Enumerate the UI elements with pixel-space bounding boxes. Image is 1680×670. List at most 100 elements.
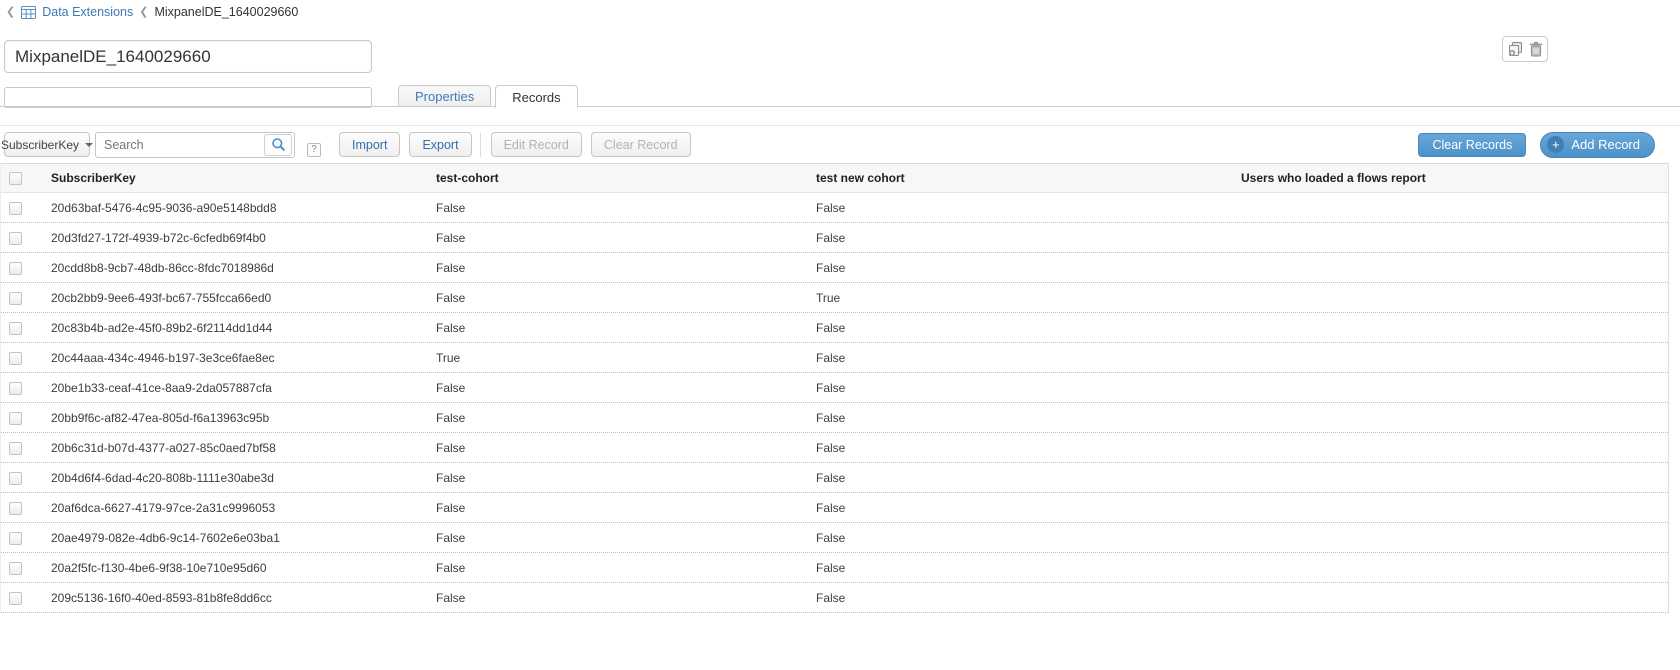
tab-records[interactable]: Records (495, 85, 577, 108)
row-checkbox[interactable] (9, 562, 22, 575)
extension-name-input[interactable] (4, 40, 372, 73)
clear-record-button[interactable]: Clear Record (591, 132, 691, 157)
select-all-checkbox[interactable] (9, 172, 22, 185)
tab-properties[interactable]: Properties (398, 85, 491, 107)
column-header-subscriber-key[interactable]: SubscriberKey (49, 171, 436, 185)
records-toolbar: SubscriberKey ? Import Export Edit Recor… (0, 125, 1680, 163)
breadcrumb-data-extensions-link[interactable]: Data Extensions (42, 5, 133, 19)
row-checkbox[interactable] (9, 592, 22, 605)
cell-subscriber-key: 20cb2bb9-9ee6-493f-bc67-755fcca66ed0 (49, 291, 436, 305)
cell-subscriber-key: 20cdd8b8-9cb7-48db-86cc-8fdc7018986d (49, 261, 436, 275)
table-row[interactable]: 20c44aaa-434c-4946-b197-3e3ce6fae8ec Tru… (1, 343, 1668, 373)
search-field-dropdown[interactable]: SubscriberKey (4, 132, 90, 157)
import-button[interactable]: Import (339, 132, 400, 157)
cell-test-new-cohort: False (816, 201, 1241, 215)
cell-subscriber-key: 20ae4979-082e-4db6-9c14-7602e6e03ba1 (49, 531, 436, 545)
trash-icon[interactable] (1529, 41, 1543, 57)
column-header-flows-report[interactable]: Users who loaded a flows report (1241, 171, 1668, 185)
row-checkbox[interactable] (9, 382, 22, 395)
breadcrumb-separator-icon: ❮ (139, 4, 148, 20)
search-icon (271, 137, 286, 152)
search-field-dropdown-value: SubscriberKey (1, 138, 79, 152)
cell-test-new-cohort: False (816, 351, 1241, 365)
cell-test-cohort: False (436, 591, 816, 605)
cell-test-new-cohort: False (816, 441, 1241, 455)
row-checkbox[interactable] (9, 232, 22, 245)
column-header-test-cohort[interactable]: test-cohort (436, 171, 816, 185)
cell-test-new-cohort: False (816, 261, 1241, 275)
cell-test-cohort: False (436, 441, 816, 455)
cell-subscriber-key: 20bb9f6c-af82-47ea-805d-f6a13963c95b (49, 411, 436, 425)
back-chevron-icon[interactable]: ❮ (6, 4, 15, 20)
row-checkbox[interactable] (9, 502, 22, 515)
table-body: 20d63baf-5476-4c95-9036-a90e5148bdd8 Fal… (1, 193, 1668, 613)
cell-test-new-cohort: False (816, 591, 1241, 605)
copy-icon[interactable] (1507, 41, 1523, 57)
toolbar-right-cluster: Clear Records + Add Record (1418, 132, 1655, 158)
table-row[interactable]: 20b6c31d-b07d-4377-a027-85c0aed7bf58 Fal… (1, 433, 1668, 463)
chevron-down-icon (85, 143, 93, 147)
cell-test-cohort: True (436, 351, 816, 365)
cell-test-cohort: False (436, 561, 816, 575)
table-row[interactable]: 20be1b33-ceaf-41ce-8aa9-2da057887cfa Fal… (1, 373, 1668, 403)
cell-test-cohort: False (436, 291, 816, 305)
cell-test-cohort: False (436, 501, 816, 515)
tab-bar: Properties Records (398, 85, 578, 108)
cell-test-new-cohort: False (816, 321, 1241, 335)
cell-test-cohort: False (436, 321, 816, 335)
table-header-row: SubscriberKey test-cohort test new cohor… (1, 164, 1668, 193)
edit-record-button[interactable]: Edit Record (491, 132, 582, 157)
export-button[interactable]: Export (409, 132, 471, 157)
row-checkbox[interactable] (9, 262, 22, 275)
search-button[interactable] (264, 134, 292, 156)
add-record-button[interactable]: + Add Record (1540, 132, 1655, 158)
cell-test-new-cohort: True (816, 291, 1241, 305)
cell-subscriber-key: 20b4d6f4-6dad-4c20-808b-1111e30abe3d (49, 471, 436, 485)
plus-icon: + (1547, 136, 1564, 153)
table-row[interactable]: 20cdd8b8-9cb7-48db-86cc-8fdc7018986d Fal… (1, 253, 1668, 283)
row-checkbox[interactable] (9, 322, 22, 335)
cell-subscriber-key: 20b6c31d-b07d-4377-a027-85c0aed7bf58 (49, 441, 436, 455)
table-row[interactable]: 20ae4979-082e-4db6-9c14-7602e6e03ba1 Fal… (1, 523, 1668, 553)
cell-subscriber-key: 20c83b4b-ad2e-45f0-89b2-6f2114dd1d44 (49, 321, 436, 335)
cell-test-cohort: False (436, 381, 816, 395)
breadcrumb: ❮ Data Extensions ❮ MixpanelDE_164002966… (6, 4, 298, 20)
table-row[interactable]: 20b4d6f4-6dad-4c20-808b-1111e30abe3d Fal… (1, 463, 1668, 493)
toolbar-divider (480, 133, 481, 157)
cell-subscriber-key: 20d3fd27-172f-4939-b72c-6cfedb69f4b0 (49, 231, 436, 245)
cell-subscriber-key: 209c5136-16f0-40ed-8593-81b8fe8dd6cc (49, 591, 436, 605)
column-header-test-new-cohort[interactable]: test new cohort (816, 171, 1241, 185)
table-row[interactable]: 20bb9f6c-af82-47ea-805d-f6a13963c95b Fal… (1, 403, 1668, 433)
row-checkbox[interactable] (9, 412, 22, 425)
extension-description-input[interactable] (4, 87, 372, 108)
add-record-label: Add Record (1571, 137, 1640, 152)
table-row[interactable]: 20d3fd27-172f-4939-b72c-6cfedb69f4b0 Fal… (1, 223, 1668, 253)
row-checkbox[interactable] (9, 442, 22, 455)
table-row[interactable]: 209c5136-16f0-40ed-8593-81b8fe8dd6cc Fal… (1, 583, 1668, 613)
row-checkbox[interactable] (9, 472, 22, 485)
table-row[interactable]: 20a2f5fc-f130-4be6-9f38-10e710e95d60 Fal… (1, 553, 1668, 583)
clear-records-button[interactable]: Clear Records (1418, 133, 1526, 157)
cell-test-new-cohort: False (816, 501, 1241, 515)
cell-test-new-cohort: False (816, 561, 1241, 575)
cell-test-new-cohort: False (816, 531, 1241, 545)
row-checkbox[interactable] (9, 202, 22, 215)
table-row[interactable]: 20af6dca-6627-4179-97ce-2a31c9996053 Fal… (1, 493, 1668, 523)
row-checkbox[interactable] (9, 532, 22, 545)
records-table: SubscriberKey test-cohort test new cohor… (0, 163, 1669, 613)
data-extension-grid-icon (21, 6, 36, 19)
help-icon[interactable]: ? (307, 143, 321, 157)
table-row[interactable]: 20cb2bb9-9ee6-493f-bc67-755fcca66ed0 Fal… (1, 283, 1668, 313)
row-checkbox[interactable] (9, 292, 22, 305)
cell-subscriber-key: 20af6dca-6627-4179-97ce-2a31c9996053 (49, 501, 436, 515)
row-checkbox[interactable] (9, 352, 22, 365)
cell-test-new-cohort: False (816, 231, 1241, 245)
search-area (95, 132, 295, 158)
cell-test-cohort: False (436, 261, 816, 275)
cell-test-cohort: False (436, 411, 816, 425)
tab-divider-line (0, 106, 1680, 107)
cell-subscriber-key: 20be1b33-ceaf-41ce-8aa9-2da057887cfa (49, 381, 436, 395)
table-row[interactable]: 20d63baf-5476-4c95-9036-a90e5148bdd8 Fal… (1, 193, 1668, 223)
cell-test-cohort: False (436, 471, 816, 485)
table-row[interactable]: 20c83b4b-ad2e-45f0-89b2-6f2114dd1d44 Fal… (1, 313, 1668, 343)
